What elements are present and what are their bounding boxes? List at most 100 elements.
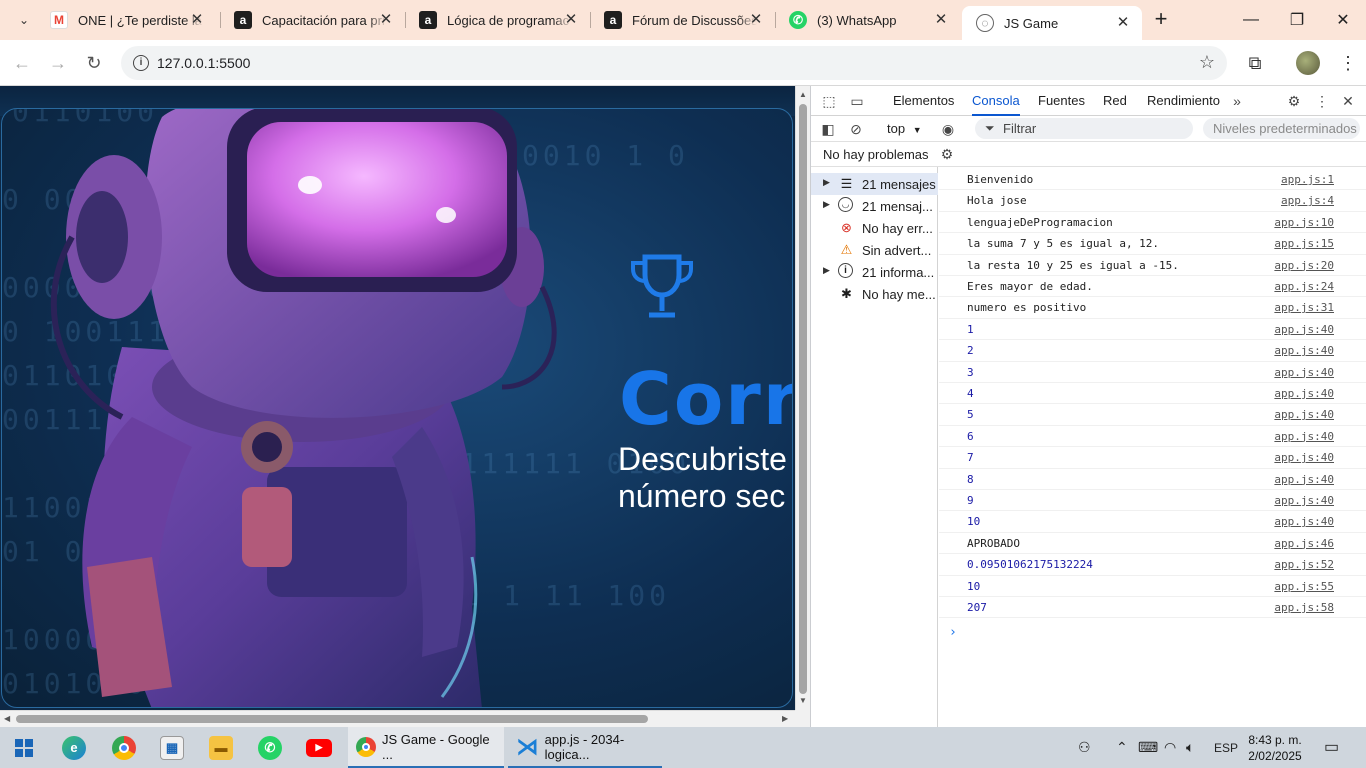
tab-5-active[interactable]: ◌ JS Game ✕: [962, 6, 1142, 40]
network-adapter-icon[interactable]: ⌨: [1138, 739, 1158, 756]
log-source-link[interactable]: app.js:52: [1274, 558, 1334, 571]
log-source-link[interactable]: app.js:40: [1274, 451, 1334, 464]
close-icon[interactable]: ✕: [747, 11, 765, 29]
back-button[interactable]: ←: [10, 51, 34, 75]
more-tabs-icon[interactable]: »: [1228, 92, 1246, 110]
scroll-left-arrow-icon[interactable]: ◀: [4, 714, 10, 723]
scroll-right-arrow-icon[interactable]: ▶: [782, 714, 788, 723]
sidebar-item-errors[interactable]: ⊗ No hay err...: [811, 217, 938, 239]
console-filter-input[interactable]: ⏷ Filtrar: [975, 118, 1193, 139]
taskbar-explorer[interactable]: ▬: [197, 727, 245, 768]
tab-3[interactable]: a Fórum de Discussões ✕: [590, 0, 775, 40]
log-source-link[interactable]: app.js:20: [1274, 259, 1334, 272]
close-devtools-icon[interactable]: ✕: [1339, 92, 1357, 110]
log-source-link[interactable]: app.js:31: [1274, 301, 1334, 314]
sidebar-item-warnings[interactable]: ⚠ Sin advert...: [811, 239, 938, 261]
log-source-link[interactable]: app.js:15: [1274, 237, 1334, 250]
sidebar-item-messages[interactable]: ▶ ☰ 21 mensajes: [811, 173, 938, 195]
scroll-up-arrow-icon[interactable]: ▲: [798, 90, 808, 99]
scrollbar-thumb[interactable]: [16, 715, 648, 723]
inspect-element-icon[interactable]: ⬚: [820, 92, 838, 110]
log-source-link[interactable]: app.js:46: [1274, 537, 1334, 550]
wifi-icon[interactable]: ◠: [1164, 739, 1176, 756]
tab-elementos[interactable]: Elementos: [893, 86, 954, 116]
extensions-icon[interactable]: ⧉: [1243, 51, 1267, 75]
reload-button[interactable]: ↻: [82, 51, 106, 75]
live-expression-eye-icon[interactable]: ◉: [939, 120, 957, 138]
page-vertical-scrollbar[interactable]: ▲ ▼: [795, 86, 810, 710]
context-selector[interactable]: top ▼: [887, 121, 922, 136]
address-bar[interactable]: i 127.0.0.1:5500 ☆: [121, 46, 1227, 80]
settings-gear-icon[interactable]: ⚙: [1285, 92, 1303, 110]
people-icon[interactable]: ⚇: [1078, 739, 1091, 756]
taskbar-vscode-window[interactable]: ⋊ app.js - 2034-logica...: [508, 727, 662, 768]
scrollbar-thumb[interactable]: [799, 104, 807, 694]
log-source-link[interactable]: app.js:40: [1274, 430, 1334, 443]
forward-button[interactable]: →: [46, 51, 70, 75]
sidebar-item-info[interactable]: ▶ i 21 informa...: [811, 261, 938, 283]
log-source-link[interactable]: app.js:40: [1274, 515, 1334, 528]
sidebar-toggle-icon[interactable]: ◧: [819, 120, 837, 138]
taskbar-chrome[interactable]: [100, 727, 148, 768]
taskbar-whatsapp[interactable]: ✆: [246, 727, 294, 768]
tab-fuentes[interactable]: Fuentes: [1038, 86, 1085, 116]
show-hidden-icons-chevron-icon[interactable]: ⌃: [1116, 739, 1128, 756]
taskbar-store[interactable]: ▦: [148, 727, 196, 768]
scroll-down-arrow-icon[interactable]: ▼: [798, 696, 808, 705]
log-source-link[interactable]: app.js:4: [1281, 194, 1334, 207]
tab-1[interactable]: a Capacitación para pri ✕: [220, 0, 405, 40]
log-levels-dropdown[interactable]: Niveles predeterminados ▼: [1203, 118, 1366, 139]
expand-arrow-icon[interactable]: ▶: [823, 177, 830, 188]
kebab-menu-icon[interactable]: ⋮: [1313, 92, 1331, 110]
console-prompt[interactable]: ›: [949, 625, 957, 640]
clear-console-icon[interactable]: ⊘: [847, 120, 865, 138]
tab-4[interactable]: ✆ (3) WhatsApp ✕: [775, 0, 960, 40]
taskbar-chrome-window[interactable]: JS Game - Google ...: [348, 727, 504, 768]
system-clock[interactable]: 8:43 p. m. 2/02/2025: [1240, 732, 1310, 764]
minimize-button[interactable]: ―: [1228, 0, 1274, 40]
profile-avatar[interactable]: [1296, 51, 1320, 75]
log-source-link[interactable]: app.js:40: [1274, 387, 1334, 400]
expand-arrow-icon[interactable]: ▶: [823, 265, 830, 276]
log-source-link[interactable]: app.js:40: [1274, 366, 1334, 379]
close-icon[interactable]: ✕: [377, 11, 395, 29]
log-source-link[interactable]: app.js:40: [1274, 344, 1334, 357]
tab-2[interactable]: a Lógica de programac ✕: [405, 0, 590, 40]
log-source-link[interactable]: app.js:24: [1274, 280, 1334, 293]
menu-kebab-icon[interactable]: ⋮: [1336, 51, 1360, 75]
log-source-link[interactable]: app.js:58: [1274, 601, 1334, 614]
tab-consola[interactable]: Consola: [972, 86, 1020, 116]
close-icon[interactable]: ✕: [1114, 14, 1132, 32]
start-button[interactable]: [0, 727, 48, 768]
restore-button[interactable]: ❐: [1274, 0, 1320, 40]
new-tab-button[interactable]: +: [1150, 8, 1172, 31]
sidebar-item-verbose[interactable]: ✱ No hay me...: [811, 283, 938, 305]
close-icon[interactable]: ✕: [932, 11, 950, 29]
device-toolbar-icon[interactable]: ▭: [848, 92, 866, 110]
site-info-icon[interactable]: i: [133, 55, 149, 71]
log-source-link[interactable]: app.js:40: [1274, 323, 1334, 336]
log-source-link[interactable]: app.js:40: [1274, 408, 1334, 421]
taskbar-edge[interactable]: e: [50, 727, 98, 768]
page-horizontal-scrollbar[interactable]: ◀ ▶: [0, 710, 795, 727]
sidebar-item-user-messages[interactable]: ▶ ◡ 21 mensaj...: [811, 195, 938, 217]
log-source-link[interactable]: app.js:10: [1274, 216, 1334, 229]
close-icon[interactable]: ✕: [562, 11, 580, 29]
taskbar-youtube[interactable]: ▶: [295, 727, 343, 768]
log-source-link[interactable]: app.js:1: [1281, 173, 1334, 186]
expand-arrow-icon[interactable]: ▶: [823, 199, 830, 210]
volume-icon[interactable]: 🔈︎: [1186, 739, 1194, 756]
bookmark-star-icon[interactable]: ☆: [1199, 52, 1215, 73]
log-source-link[interactable]: app.js:40: [1274, 494, 1334, 507]
notifications-icon[interactable]: ▭: [1324, 737, 1339, 757]
log-source-link[interactable]: app.js:40: [1274, 473, 1334, 486]
close-window-button[interactable]: ✕: [1320, 0, 1366, 40]
language-indicator[interactable]: ESP: [1214, 741, 1238, 755]
tab-red[interactable]: Red: [1103, 86, 1127, 116]
close-icon[interactable]: ✕: [188, 11, 206, 29]
issues-label[interactable]: No hay problemas: [823, 147, 929, 162]
tab-rendimiento[interactable]: Rendimiento: [1147, 86, 1220, 116]
log-source-link[interactable]: app.js:55: [1274, 580, 1334, 593]
tab-0[interactable]: M ONE | ¿Te perdiste la ✕: [36, 0, 216, 40]
console-settings-gear-icon[interactable]: ⚙: [938, 145, 956, 163]
